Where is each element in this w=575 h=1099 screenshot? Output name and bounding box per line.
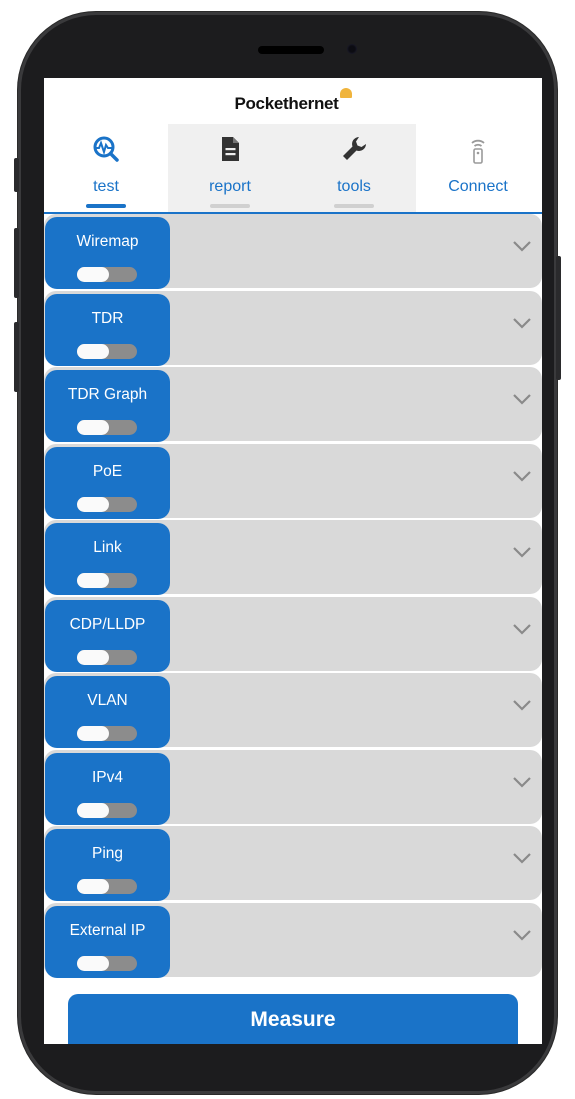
toggle-knob [77, 955, 109, 971]
toggle-knob [77, 802, 109, 818]
test-row-header: Link [45, 523, 170, 595]
test-label: PoE [92, 462, 123, 480]
chevron-down-icon[interactable] [512, 852, 532, 864]
test-label: Ping [91, 845, 124, 862]
toggle-knob [77, 496, 109, 512]
test-enable-toggle[interactable] [77, 420, 137, 435]
test-label: IPv4 [91, 768, 123, 786]
chevron-down-icon[interactable] [512, 546, 532, 558]
test-label: Link [93, 539, 122, 556]
test-row-header: TDR [45, 293, 170, 366]
test-row-header: VLAN [45, 676, 170, 748]
chevron-down-icon[interactable] [512, 470, 532, 482]
app-screen: Pockethernet test report tools Connect W… [44, 78, 542, 1044]
tab-report-indicator [210, 204, 250, 208]
test-label: External IP [69, 921, 146, 939]
test-enable-toggle[interactable] [77, 649, 137, 665]
test-label: CDP/LLDP [69, 615, 146, 633]
toggle-knob [77, 879, 109, 894]
device-wifi-icon [471, 139, 485, 164]
tab-bar: test report tools Connect [44, 124, 542, 214]
test-row-header: CDP/LLDP [45, 599, 170, 672]
toggle-knob [77, 726, 109, 741]
test-enable-toggle[interactable] [77, 955, 137, 971]
brand-logo: Pockethernet [44, 88, 542, 114]
test-row-header: External IP [45, 905, 170, 978]
brand-name: Pockethernet [234, 94, 339, 113]
test-enable-toggle[interactable] [77, 802, 137, 818]
test-label: TDR Graph [67, 386, 148, 403]
test-row-header: IPv4 [45, 752, 170, 825]
test-row-header: Ping [45, 829, 170, 901]
side-button-left-2 [14, 228, 19, 298]
test-row-ipv4[interactable]: IPv4 [44, 749, 542, 825]
test-row-header: Wiremap [45, 217, 170, 289]
front-camera [347, 44, 357, 54]
brand-mark-icon [339, 88, 352, 98]
test-enable-toggle[interactable] [77, 496, 137, 512]
speaker-grille [258, 46, 324, 54]
chevron-down-icon[interactable] [512, 393, 532, 405]
test-enable-toggle[interactable] [77, 343, 137, 359]
test-row-cdp-lldp[interactable]: CDP/LLDP [44, 596, 542, 672]
test-label: TDR [91, 309, 124, 327]
side-button-left-3 [14, 322, 19, 392]
test-enable-toggle[interactable] [77, 573, 137, 588]
chevron-down-icon[interactable] [512, 699, 532, 711]
test-row-ping[interactable]: Ping [44, 826, 542, 901]
measure-button[interactable]: Measure [68, 994, 518, 1044]
toggle-knob [77, 573, 109, 588]
tab-connect[interactable]: Connect [416, 124, 540, 212]
toggle-knob [77, 267, 109, 282]
test-row-vlan[interactable]: VLAN [44, 673, 542, 748]
chevron-down-icon[interactable] [512, 929, 532, 941]
tab-connect-label: Connect [448, 178, 508, 195]
test-enable-toggle[interactable] [77, 879, 137, 894]
toggle-knob [77, 343, 109, 359]
test-label: VLAN [87, 692, 128, 709]
document-icon [222, 137, 239, 161]
test-row-poe[interactable]: PoE [44, 443, 542, 519]
tab-test[interactable]: test [44, 124, 168, 212]
tab-report-label: report [209, 178, 251, 195]
chevron-down-icon[interactable] [512, 240, 532, 252]
chevron-down-icon[interactable] [512, 623, 532, 635]
wrench-icon [343, 137, 366, 160]
tab-report[interactable]: report [168, 124, 292, 212]
test-enable-toggle[interactable] [77, 267, 137, 282]
test-row-wiremap[interactable]: Wiremap [44, 214, 542, 289]
tab-tools-label: tools [337, 178, 371, 195]
side-button-right [556, 256, 561, 380]
chevron-down-icon[interactable] [512, 317, 532, 329]
tab-tools-indicator [334, 204, 374, 208]
test-row-external-ip[interactable]: External IP [44, 902, 542, 978]
tab-test-indicator [86, 204, 126, 208]
test-row-tdr[interactable]: TDR [44, 290, 542, 366]
test-row-header: PoE [45, 446, 170, 519]
toggle-knob [77, 420, 109, 435]
test-row-link[interactable]: Link [44, 520, 542, 595]
chevron-down-icon[interactable] [512, 776, 532, 788]
toggle-knob [77, 649, 109, 665]
side-button-left-1 [14, 158, 19, 192]
waveform-search-icon [93, 136, 119, 162]
tab-test-label: test [93, 178, 119, 195]
test-row-header: TDR Graph [45, 370, 170, 442]
test-label: Wiremap [76, 233, 139, 250]
test-list: Wiremap TDR TDR Graph PoE Link CDP/LLDP VLAN IP… [44, 214, 542, 979]
test-row-tdr-graph[interactable]: TDR Graph [44, 367, 542, 442]
tab-tools[interactable]: tools [292, 124, 416, 212]
app-header: Pockethernet [44, 78, 542, 124]
test-enable-toggle[interactable] [77, 726, 137, 741]
